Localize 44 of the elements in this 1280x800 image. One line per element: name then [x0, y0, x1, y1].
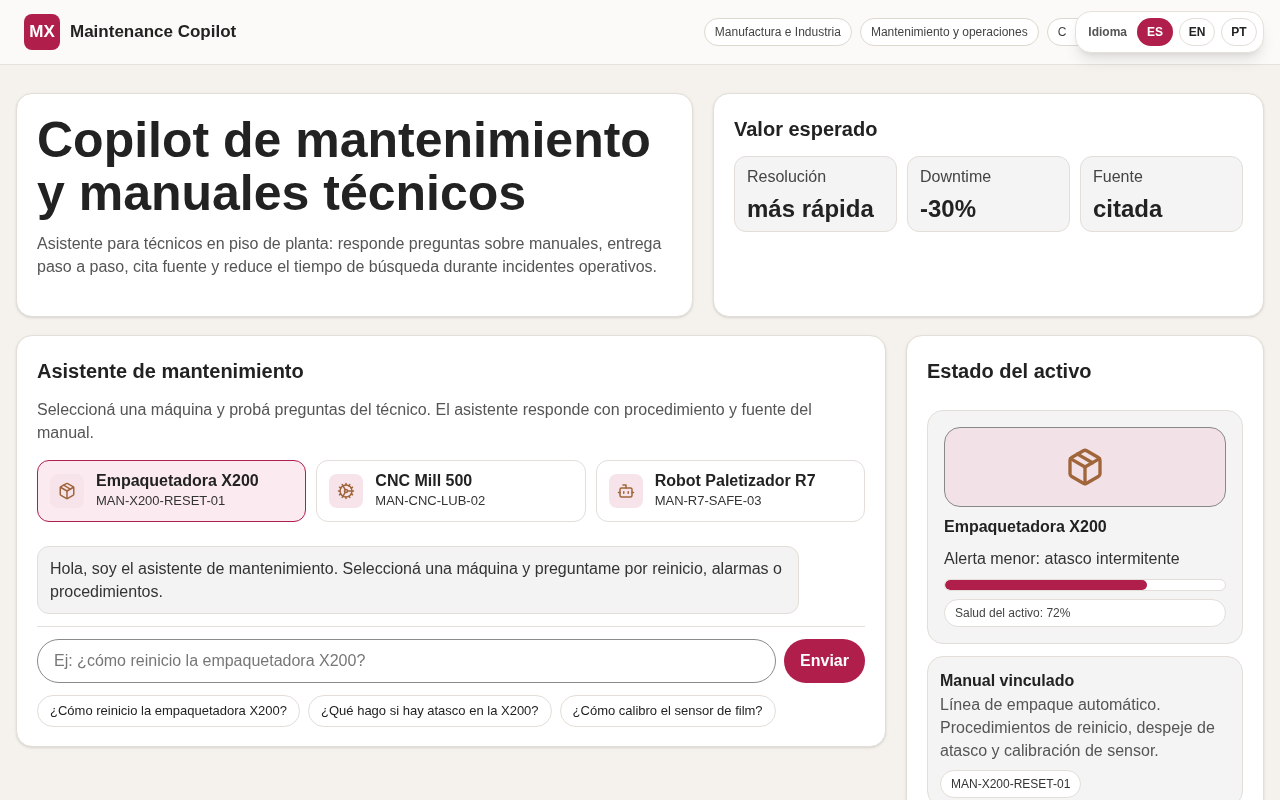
- card-title: Estado del activo: [927, 359, 1093, 384]
- machine-option[interactable]: Empaquetadora X200 MAN-X200-RESET-01: [37, 460, 307, 522]
- hero-title: Copilot de mantenimiento y manuales técnicos: [37, 114, 652, 220]
- metric-label: Downtime: [920, 167, 993, 187]
- manual-code: MAN-R7-SAFE-03: [654, 492, 763, 510]
- metric-label: Fuente: [1093, 167, 1144, 187]
- suggestion-chip[interactable]: ¿Qué hago si hay atasco en la X200?: [308, 695, 552, 727]
- manual-code: MAN-X200-RESET-01: [96, 492, 227, 510]
- language-option[interactable]: ES: [1137, 18, 1173, 46]
- metric-value: citada: [1093, 194, 1164, 224]
- suggestion-chip[interactable]: ¿Cómo reinicio la empaquetadora X200?: [37, 695, 301, 727]
- card-title: Asistente de mantenimiento: [37, 359, 305, 384]
- chat-message: Hola, soy el asistente de mantenimiento. Seleccioná una máquina y preguntame por reinicio, alarmas o procedimientos.: [37, 546, 799, 614]
- machine-name: CNC Mill 500: [375, 471, 474, 491]
- manual-code: MAN-CNC-LUB-02: [375, 492, 486, 510]
- assistant-description: Seleccioná una máquina y probá preguntas del técnico. El asistente responde con procedimiento y fuente del manual.: [37, 400, 813, 443]
- manual-code: MAN-X200-RESET-01: [940, 770, 1082, 798]
- logo: MX: [24, 14, 60, 50]
- asset-name: Empaquetadora X200: [944, 517, 1108, 537]
- metric-value: -30%: [920, 194, 978, 224]
- send-button[interactable]: Enviar: [784, 639, 865, 683]
- hero-description: Asistente para técnicos en piso de planta: responde preguntas sobre manuales, entrega paso a paso, cita fuente y reduce el tiempo de búsqueda durante incidentes operativos.: [37, 234, 663, 277]
- machine-name: Robot Paletizador R7: [654, 471, 816, 491]
- metric-label: Resolución: [747, 167, 828, 187]
- question-input[interactable]: Ej: ¿cómo reinicio la empaquetadora X200?: [37, 639, 777, 683]
- gear-icon: [337, 482, 356, 500]
- language-option[interactable]: PT: [1221, 18, 1257, 46]
- machine-option[interactable]: CNC Mill 500 MAN-CNC-LUB-02: [316, 460, 586, 522]
- suggestion-chip[interactable]: ¿Cómo calibro el sensor de film?: [559, 695, 776, 727]
- robot-icon: [616, 482, 635, 500]
- card-title: Valor esperado: [734, 117, 879, 142]
- tag: Mantenimiento y operaciones: [859, 18, 1039, 46]
- box-icon: [1065, 447, 1105, 487]
- box-icon: [58, 482, 76, 500]
- manual-title: Manual vinculado: [940, 671, 1076, 691]
- metric-value: más rápida: [747, 194, 875, 224]
- health-reading: Salud del activo: 72%: [944, 599, 1226, 627]
- manual-description: Línea de empaque automático. Procedimientos de reinicio, despeje de atasco y calibración de sensor.: [940, 695, 1216, 761]
- machine-name: Empaquetadora X200: [96, 471, 259, 491]
- alert-text: Alerta menor: atasco intermitente: [944, 549, 1181, 569]
- machine-option[interactable]: Robot Paletizador R7 MAN-R7-SAFE-03: [595, 460, 865, 522]
- language-option[interactable]: EN: [1179, 18, 1215, 46]
- app-title: Maintenance Copilot: [70, 21, 237, 44]
- tag: Manufactura e Industria: [703, 18, 852, 46]
